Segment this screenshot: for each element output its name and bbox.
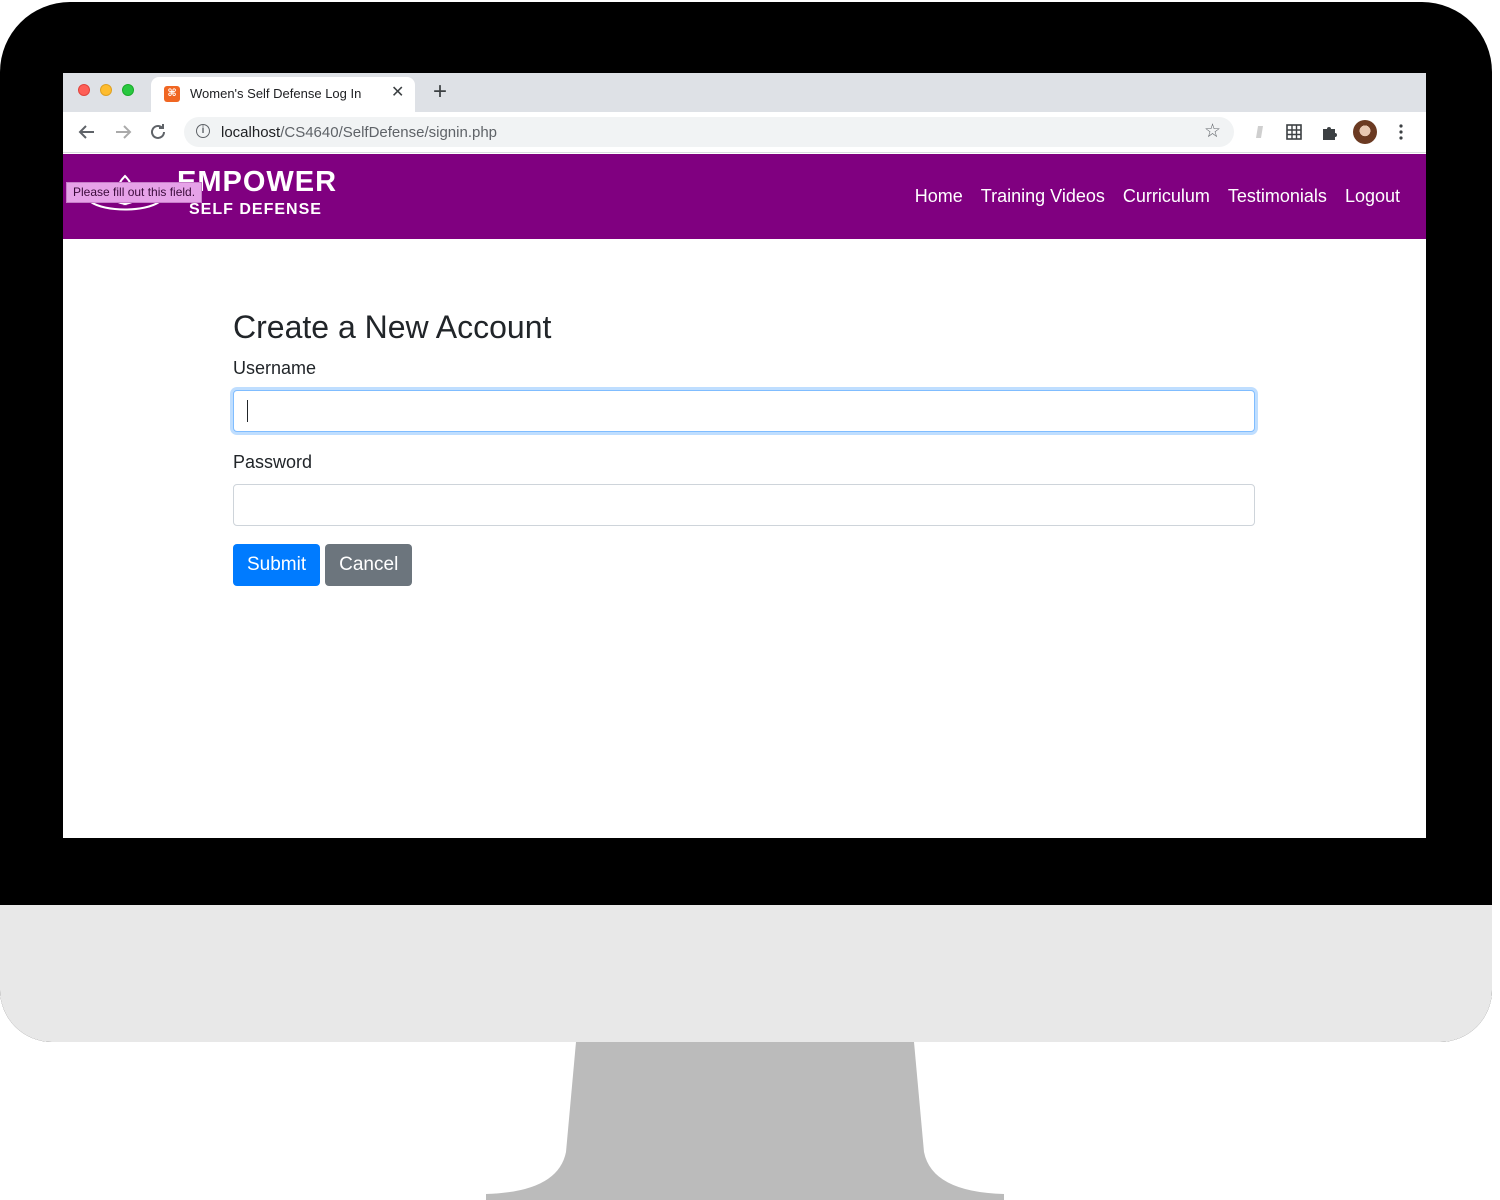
puzzle-icon[interactable] — [1318, 121, 1340, 143]
main-nav: Home Training Videos Curriculum Testimon… — [915, 186, 1400, 207]
extension-icon[interactable] — [1248, 121, 1270, 143]
info-icon[interactable]: i — [196, 124, 210, 138]
close-window-button[interactable] — [78, 84, 90, 96]
browser-tabstrip: ⌘ Women's Self Defense Log In ✕ + — [63, 73, 1426, 112]
nav-home[interactable]: Home — [915, 186, 963, 207]
address-bar[interactable]: i localhost/CS4640/SelfDefense/signin.ph… — [184, 117, 1234, 147]
password-label: Password — [233, 452, 313, 472]
screen: ⌘ Women's Self Defense Log In ✕ + i loca… — [63, 73, 1426, 838]
nav-training-videos[interactable]: Training Videos — [981, 186, 1105, 207]
back-icon[interactable] — [75, 120, 99, 144]
minimize-window-button[interactable] — [100, 84, 112, 96]
cancel-button[interactable]: Cancel — [325, 544, 413, 586]
create-account-form: Create a New Account Username Password S… — [233, 309, 1257, 586]
tab-title: Women's Self Defense Log In — [190, 86, 362, 101]
xampp-favicon-icon: ⌘ — [164, 86, 180, 102]
maximize-window-button[interactable] — [122, 84, 134, 96]
username-input[interactable] — [233, 390, 1255, 432]
nav-testimonials[interactable]: Testimonials — [1228, 186, 1327, 207]
star-icon[interactable]: ☆ — [1204, 120, 1221, 143]
password-input[interactable] — [233, 484, 1255, 526]
nav-logout[interactable]: Logout — [1345, 186, 1400, 207]
text-caret — [247, 400, 248, 422]
menu-icon[interactable] — [1390, 121, 1412, 143]
new-tab-button[interactable]: + — [433, 79, 447, 105]
nav-curriculum[interactable]: Curriculum — [1123, 186, 1210, 207]
url-text: localhost/CS4640/SelfDefense/signin.php — [221, 124, 498, 141]
monitor-stand — [486, 1042, 1004, 1200]
browser-tab-active[interactable]: ⌘ Women's Self Defense Log In ✕ — [151, 77, 415, 112]
forward-icon[interactable] — [111, 120, 135, 144]
form-buttons: Submit Cancel — [233, 544, 1257, 586]
page-title: Create a New Account — [233, 309, 552, 345]
tab-close-icon[interactable]: ✕ — [391, 84, 404, 102]
site-header: EMPOWER SELF DEFENSE Please fill out thi… — [63, 154, 1426, 239]
grid-icon[interactable] — [1283, 121, 1305, 143]
username-field-wrapper — [233, 390, 1257, 432]
username-label: Username — [233, 358, 317, 378]
avatar[interactable] — [1353, 120, 1377, 144]
monitor-chin — [0, 905, 1492, 1042]
validation-tooltip: Please fill out this field. — [66, 182, 203, 203]
reload-icon[interactable] — [146, 120, 170, 144]
browser-toolbar: i localhost/CS4640/SelfDefense/signin.ph… — [63, 112, 1426, 153]
brand-subtitle[interactable]: SELF DEFENSE — [189, 201, 322, 219]
submit-button[interactable]: Submit — [233, 544, 321, 586]
